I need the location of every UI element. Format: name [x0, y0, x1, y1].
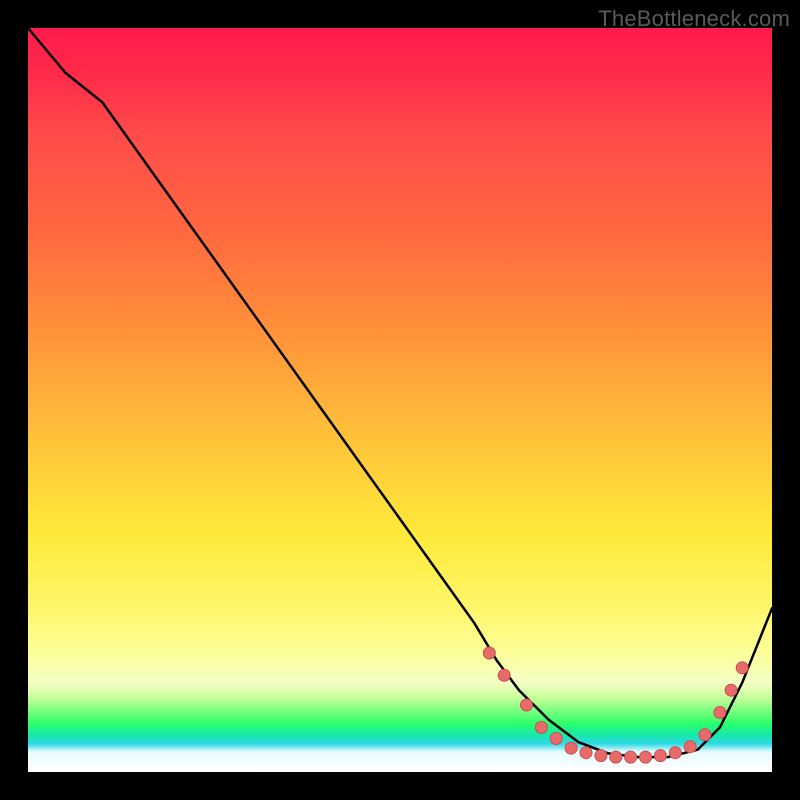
- data-marker: [699, 729, 711, 741]
- data-marker: [684, 741, 696, 753]
- curve-markers: [483, 647, 748, 763]
- data-marker: [483, 647, 495, 659]
- data-marker: [610, 751, 622, 763]
- data-marker: [725, 684, 737, 696]
- data-marker: [565, 742, 577, 754]
- data-marker: [640, 751, 652, 763]
- data-marker: [550, 733, 562, 745]
- chart-frame: TheBottleneck.com: [0, 0, 800, 800]
- plot-area: [28, 28, 772, 772]
- curve-line: [28, 28, 772, 757]
- data-marker: [669, 747, 681, 759]
- chart-svg: [28, 28, 772, 772]
- data-marker: [498, 669, 510, 681]
- data-marker: [595, 750, 607, 762]
- data-marker: [521, 699, 533, 711]
- watermark-text: TheBottleneck.com: [598, 6, 790, 32]
- data-marker: [580, 747, 592, 759]
- data-marker: [736, 662, 748, 674]
- data-marker: [625, 751, 637, 763]
- data-marker: [714, 707, 726, 719]
- data-marker: [535, 721, 547, 733]
- data-marker: [654, 750, 666, 762]
